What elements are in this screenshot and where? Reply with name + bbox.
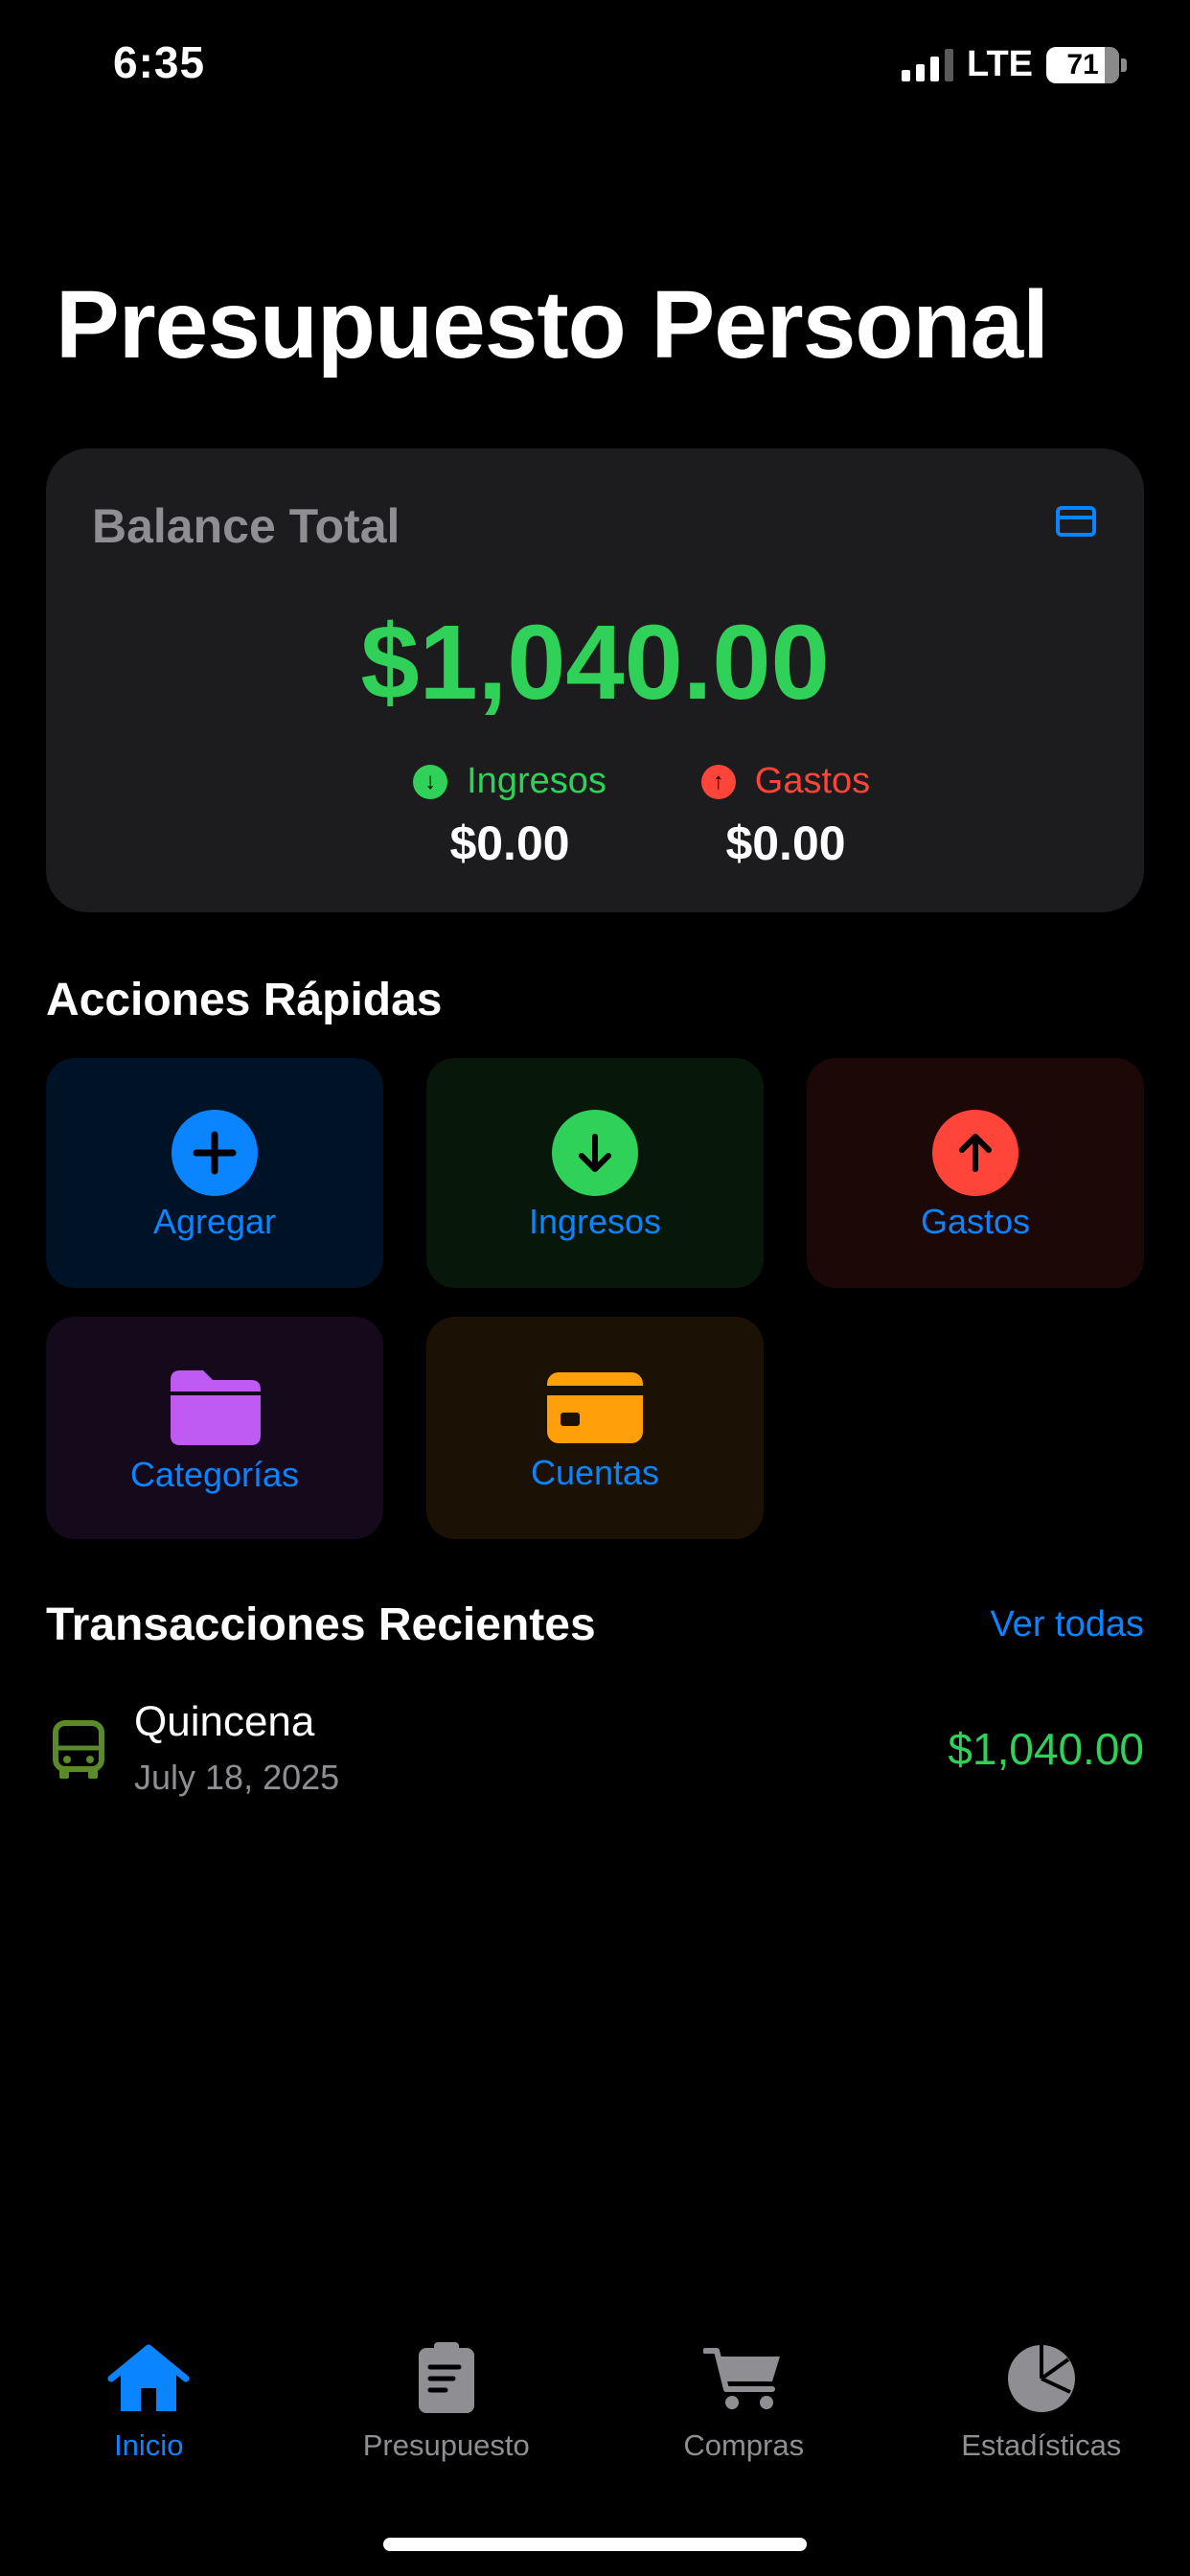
status-time: 6:35	[113, 37, 206, 87]
expense-action-label: Gastos	[920, 1202, 1031, 1241]
arrow-up-circle-icon: ↑	[700, 764, 736, 799]
house-icon	[107, 2338, 190, 2419]
tab-compras[interactable]: Compras	[595, 2338, 893, 2492]
categories-action-label: Categorías	[129, 1455, 300, 1494]
status-indicators: LTE 71	[902, 44, 1127, 85]
arrow-down-circle-icon: ↓	[413, 764, 448, 799]
credit-card-icon[interactable]	[1056, 506, 1096, 537]
balance-card: Balance Total $1,040.00 ↓ Ingresos $0.00…	[46, 448, 1144, 912]
tab-bar: Inicio Presupuesto Compras Estadísticas	[0, 2338, 1190, 2492]
income-action-tile[interactable]: Ingresos	[426, 1058, 764, 1288]
status-bar: 6:35 LTE 71	[0, 0, 1190, 134]
accounts-action-label: Cuentas	[530, 1453, 660, 1492]
battery-icon: 71	[1046, 46, 1127, 83]
cart-icon	[703, 2338, 784, 2419]
tab-compras-label: Compras	[683, 2428, 805, 2462]
income-value: $0.00	[449, 816, 570, 870]
clipboard-icon	[417, 2338, 476, 2419]
transaction-amount: $1,040.00	[948, 1724, 1144, 1774]
add-action-tile[interactable]: Agregar	[46, 1058, 383, 1288]
home-indicator[interactable]	[383, 2538, 807, 2551]
categories-action-tile[interactable]: Categorías	[46, 1317, 383, 1539]
income-action-label: Ingresos	[528, 1202, 662, 1241]
plus-circle-icon	[172, 1110, 258, 1196]
income-label: Ingresos	[467, 761, 606, 801]
see-all-link[interactable]: Ver todas	[990, 1604, 1144, 1645]
battery-level: 71	[1066, 48, 1099, 80]
transaction-name: Quincena	[134, 1698, 315, 1745]
bus-icon	[52, 1719, 105, 1785]
tab-presupuesto[interactable]: Presupuesto	[298, 2338, 596, 2492]
pie-chart-icon	[1005, 2338, 1078, 2419]
transaction-date: July 18, 2025	[134, 1758, 340, 1797]
expense-summary: ↑ Gastos $0.00	[671, 761, 901, 871]
expense-value: $0.00	[725, 816, 846, 870]
tab-estadisticas-label: Estadísticas	[961, 2428, 1122, 2462]
tab-inicio[interactable]: Inicio	[0, 2338, 298, 2492]
tab-inicio-label: Inicio	[114, 2428, 184, 2462]
folder-icon	[165, 1367, 264, 1452]
recent-transactions-title: Transacciones Recientes	[46, 1599, 596, 1650]
quick-actions-title: Acciones Rápidas	[46, 975, 443, 1025]
network-type: LTE	[967, 44, 1033, 84]
income-summary: ↓ Ingresos $0.00	[395, 761, 625, 871]
expense-action-tile[interactable]: Gastos	[807, 1058, 1144, 1288]
expense-label: Gastos	[754, 761, 871, 801]
page-title: Presupuesto Personal	[56, 271, 1049, 379]
signal-icon	[902, 48, 954, 81]
tab-presupuesto-label: Presupuesto	[362, 2428, 530, 2462]
arrow-up-circle-icon	[932, 1110, 1018, 1196]
balance-amount: $1,040.00	[360, 604, 830, 722]
credit-card-icon	[545, 1370, 645, 1450]
arrow-down-circle-icon	[552, 1110, 638, 1196]
transaction-row[interactable]: Quincena July 18, 2025 $1,040.00	[46, 1698, 1144, 1804]
accounts-action-tile[interactable]: Cuentas	[426, 1317, 764, 1539]
tab-estadisticas[interactable]: Estadísticas	[893, 2338, 1190, 2492]
add-action-label: Agregar	[152, 1202, 277, 1241]
balance-label: Balance Total	[92, 499, 400, 553]
